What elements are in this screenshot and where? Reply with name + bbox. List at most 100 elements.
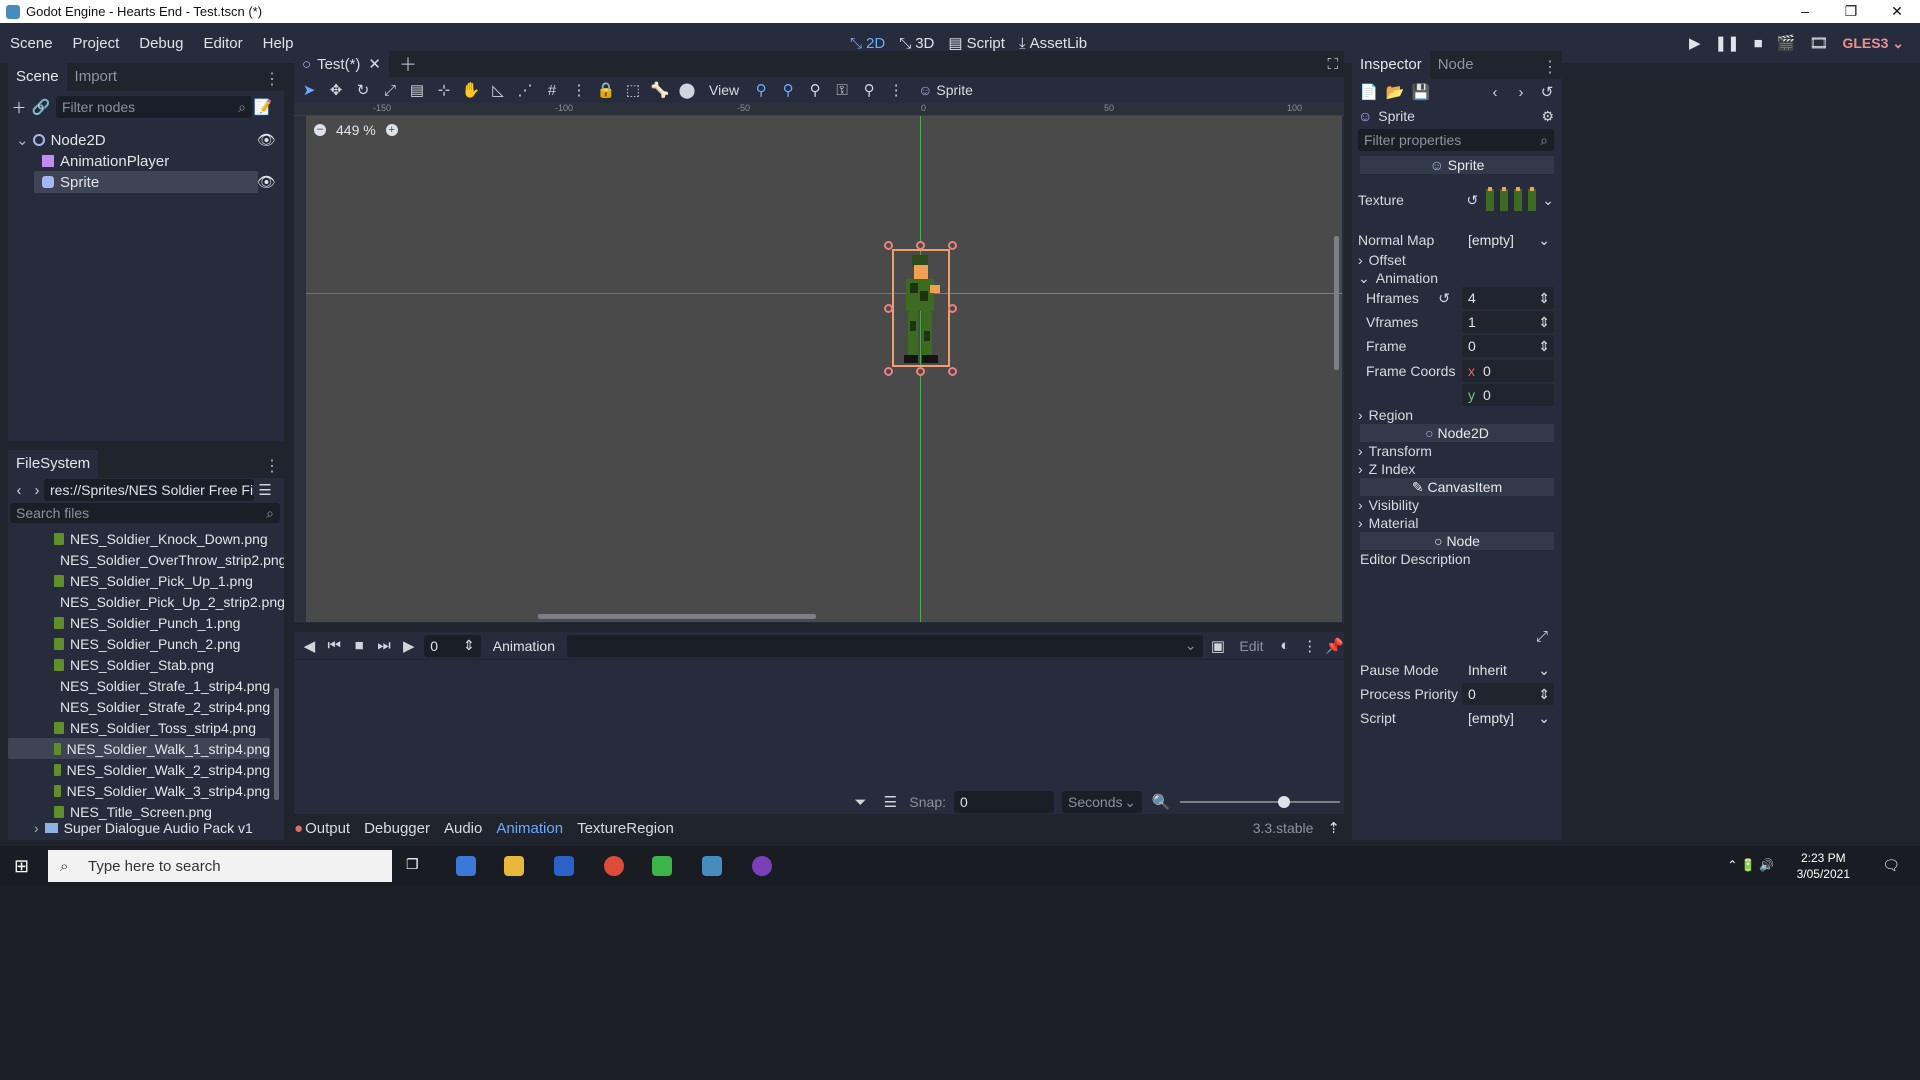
group-icon[interactable]: ⬚	[622, 81, 644, 99]
zoom-out-icon[interactable]: –	[314, 124, 326, 136]
file-item[interactable]: NES_Soldier_Strafe_1_strip4.png	[8, 675, 270, 696]
stop-icon[interactable]: ■	[350, 637, 369, 654]
new-resource-icon[interactable]: 📄	[1358, 83, 1380, 101]
list-select-icon[interactable]: ▤	[406, 81, 428, 99]
soldier-sprite[interactable]	[900, 255, 944, 365]
smart-snap-icon[interactable]: ⋰	[514, 81, 536, 99]
frame-spinbox[interactable]: 0 ⇕	[1462, 335, 1554, 357]
open-resource-icon[interactable]: 📂	[1384, 83, 1406, 101]
taskbar-search-input[interactable]: ⌕ Type here to search	[48, 850, 392, 882]
snap-input[interactable]: 0	[954, 791, 1054, 813]
tab-filesystem[interactable]: FileSystem	[8, 450, 99, 478]
back-arrow-icon[interactable]: ‹	[8, 482, 30, 499]
frame-spinbox[interactable]: 0 ⇕	[424, 634, 481, 657]
github-desktop-icon[interactable]	[752, 856, 772, 876]
history-forward-icon[interactable]: ›	[1510, 84, 1532, 101]
vertical-scrollbar[interactable]	[1334, 236, 1339, 370]
resize-handle[interactable]	[884, 241, 893, 250]
play-from-start-icon[interactable]: ⏭	[375, 637, 394, 654]
play-custom-scene-icon[interactable]: 🎞	[1809, 34, 1828, 52]
attach-script-icon[interactable]: 📝	[252, 98, 274, 116]
sprite-menu[interactable]: ☺ Sprite	[918, 82, 973, 98]
menu-project[interactable]: Project	[63, 35, 130, 52]
tab-output[interactable]: Output	[305, 820, 350, 837]
tab-debugger[interactable]: Debugger	[364, 820, 430, 837]
file-item[interactable]: NES_Soldier_Knock_Down.png	[8, 528, 270, 549]
viewport[interactable]: – 449 % +	[306, 116, 1342, 622]
play-backwards-icon[interactable]: ◀	[300, 637, 319, 655]
file-item[interactable]: NES_Soldier_OverThrow_strip2.png	[8, 549, 284, 570]
tab-animation[interactable]: Animation	[496, 820, 563, 837]
history-back-icon[interactable]: ‹	[1484, 84, 1506, 101]
collapse-arrow-icon[interactable]: ⌄	[16, 131, 29, 149]
file-explorer-icon[interactable]	[504, 856, 524, 876]
key-scale-icon[interactable]: ⚲	[804, 81, 826, 99]
more-options-icon[interactable]: ⋮	[1542, 57, 1558, 77]
camera-icon[interactable]: ⬤	[676, 81, 698, 99]
maximize-button[interactable]: ❐	[1828, 0, 1874, 23]
notification-center-icon[interactable]: 🗨	[1882, 857, 1900, 874]
group-region[interactable]: › Region	[1358, 404, 1554, 426]
edit-button[interactable]: Edit	[1239, 638, 1263, 654]
frame-coords-x[interactable]: x0	[1462, 360, 1554, 382]
play-icon[interactable]: ▶	[1689, 34, 1701, 52]
group-z-index[interactable]: › Z Index	[1358, 458, 1554, 480]
close-window-button[interactable]: ✕	[1874, 0, 1920, 23]
task-view-icon[interactable]: ❐	[406, 856, 426, 876]
godot-taskbar-icon[interactable]	[702, 856, 722, 876]
hframes-spinbox[interactable]: 4 ⇕	[1462, 287, 1554, 309]
tab-import[interactable]: Import	[67, 63, 126, 91]
renderer-selector[interactable]: GLES3 ⌄	[1842, 35, 1904, 52]
resize-handle[interactable]	[884, 367, 893, 376]
resize-handle[interactable]	[916, 367, 925, 376]
revert-icon[interactable]: ↺	[1438, 290, 1450, 307]
add-node-icon[interactable]: ＋	[8, 97, 30, 118]
file-item[interactable]: NES_Soldier_Punch_2.png	[8, 633, 270, 654]
animation-selector[interactable]: ⌄	[567, 634, 1203, 657]
more-options-icon[interactable]: ⋮	[885, 81, 907, 99]
group-animation[interactable]: ⌄ Animation	[1358, 267, 1554, 289]
grid-snap-icon[interactable]: #	[541, 82, 563, 99]
move-tool-icon[interactable]: ✥	[325, 81, 347, 99]
visibility-eye-icon[interactable]: 👁	[257, 173, 276, 191]
search-files-input[interactable]: Search files ⌕	[10, 503, 280, 523]
zoom-icon[interactable]: 🔍	[1150, 793, 1172, 811]
android-studio-icon[interactable]	[652, 856, 672, 876]
filter-icon[interactable]: ⏷	[849, 794, 871, 811]
file-item[interactable]: NES_Soldier_Walk_3_strip4.png	[8, 780, 270, 801]
file-item[interactable]: NES_Soldier_Strafe_2_strip4.png	[8, 696, 270, 717]
visibility-eye-icon[interactable]: 👁	[257, 131, 276, 149]
track-list-icon[interactable]: ☰	[879, 793, 901, 811]
menu-scene[interactable]: Scene	[0, 35, 63, 52]
key-icon[interactable]: ⚿	[831, 82, 853, 99]
view-menu[interactable]: View	[709, 82, 739, 98]
path-field[interactable]: res://Sprites/NES Soldier Free Files/N	[44, 479, 254, 501]
file-item[interactable]: NES_Soldier_Stab.png	[8, 654, 270, 675]
snap-unit-select[interactable]: Seconds ⌄	[1062, 791, 1142, 813]
filter-properties-input[interactable]: Filter properties ⌕	[1358, 129, 1554, 151]
lock-icon[interactable]: 🔒	[595, 81, 617, 99]
file-item[interactable]: NES_Soldier_Toss_strip4.png	[8, 717, 270, 738]
editor-description-textarea[interactable]: ⤢	[1360, 571, 1554, 657]
key-rotation-icon[interactable]: ⚲	[777, 81, 799, 99]
stop-icon[interactable]: ■	[1754, 35, 1763, 52]
resize-handle[interactable]	[884, 304, 893, 313]
taskbar-clock[interactable]: 2:23 PM 3/05/2021	[1797, 850, 1850, 882]
menu-help[interactable]: Help	[253, 35, 304, 52]
file-item[interactable]: NES_Soldier_Punch_1.png	[8, 612, 270, 633]
zoom-level[interactable]: 449 %	[336, 122, 376, 138]
add-tab-icon[interactable]: ＋	[399, 51, 417, 77]
tab-audio[interactable]: Audio	[444, 820, 482, 837]
more-options-icon[interactable]: ⋮	[1300, 637, 1319, 655]
pivot-tool-icon[interactable]: ⊹	[433, 81, 455, 99]
play-backwards-from-end-icon[interactable]: ⏮	[325, 637, 344, 654]
pause-mode-select[interactable]: Inherit ⌄	[1462, 659, 1554, 681]
play-icon[interactable]: ▶	[399, 637, 418, 655]
forward-arrow-icon[interactable]: ›	[30, 482, 44, 499]
folder-item[interactable]: › Super Dialogue Audio Pack v1	[8, 817, 270, 838]
expand-arrow-icon[interactable]: ›	[34, 820, 39, 836]
instance-scene-icon[interactable]: 🔗	[30, 98, 52, 116]
normal-map-value[interactable]: [empty] ⌄	[1462, 229, 1554, 251]
workspace-2d[interactable]: ⤡ 2D	[850, 35, 885, 52]
vframes-spinbox[interactable]: 1 ⇕	[1462, 311, 1554, 333]
